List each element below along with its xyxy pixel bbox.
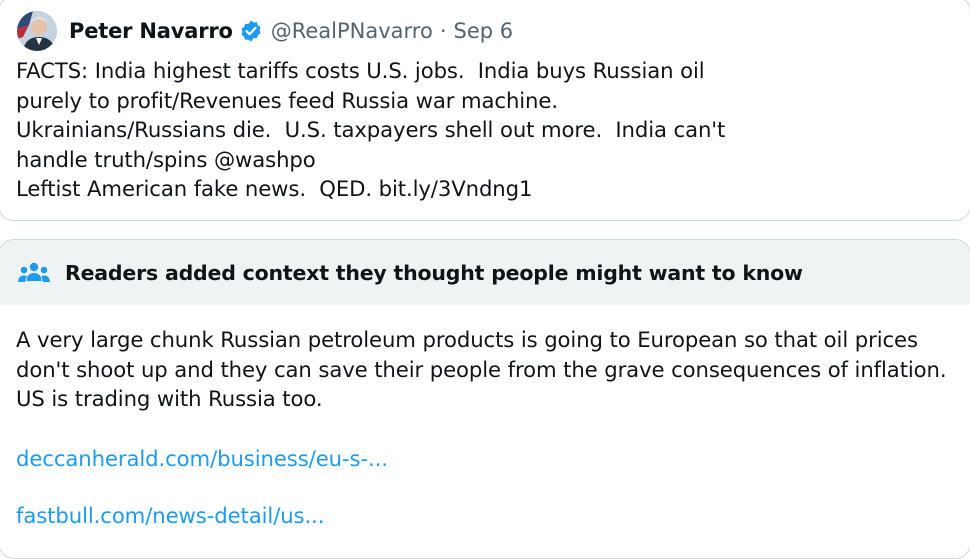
tweet-text: FACTS: India highest tariffs costs U.S. … [16,58,726,201]
tweet-header: Peter Navarro @RealPNavarro · Sep 6 [17,11,513,51]
handle[interactable]: @RealPNavarro [271,19,433,43]
community-note-text: A very large chunk Russian petroleum pro… [16,327,947,411]
tweet-date[interactable]: Sep 6 [454,19,514,43]
people-icon [17,260,51,286]
community-note-title: Readers added context they thought peopl… [65,260,803,285]
community-note: Readers added context they thought peopl… [0,239,970,559]
separator-dot: · [439,19,447,43]
avatar-photo [17,11,57,51]
source-link-fastbull[interactable]: fastbull.com/news-detail/us... [16,503,325,528]
source-link-deccanherald[interactable]: deccanherald.com/business/eu-s-... [16,446,388,471]
display-name[interactable]: Peter Navarro [69,19,233,43]
community-note-header[interactable]: Readers added context they thought peopl… [0,240,970,305]
tweet-card[interactable]: Peter Navarro @RealPNavarro · Sep 6 FACT… [0,0,970,221]
avatar[interactable] [17,11,57,51]
verified-badge-icon [239,19,263,43]
